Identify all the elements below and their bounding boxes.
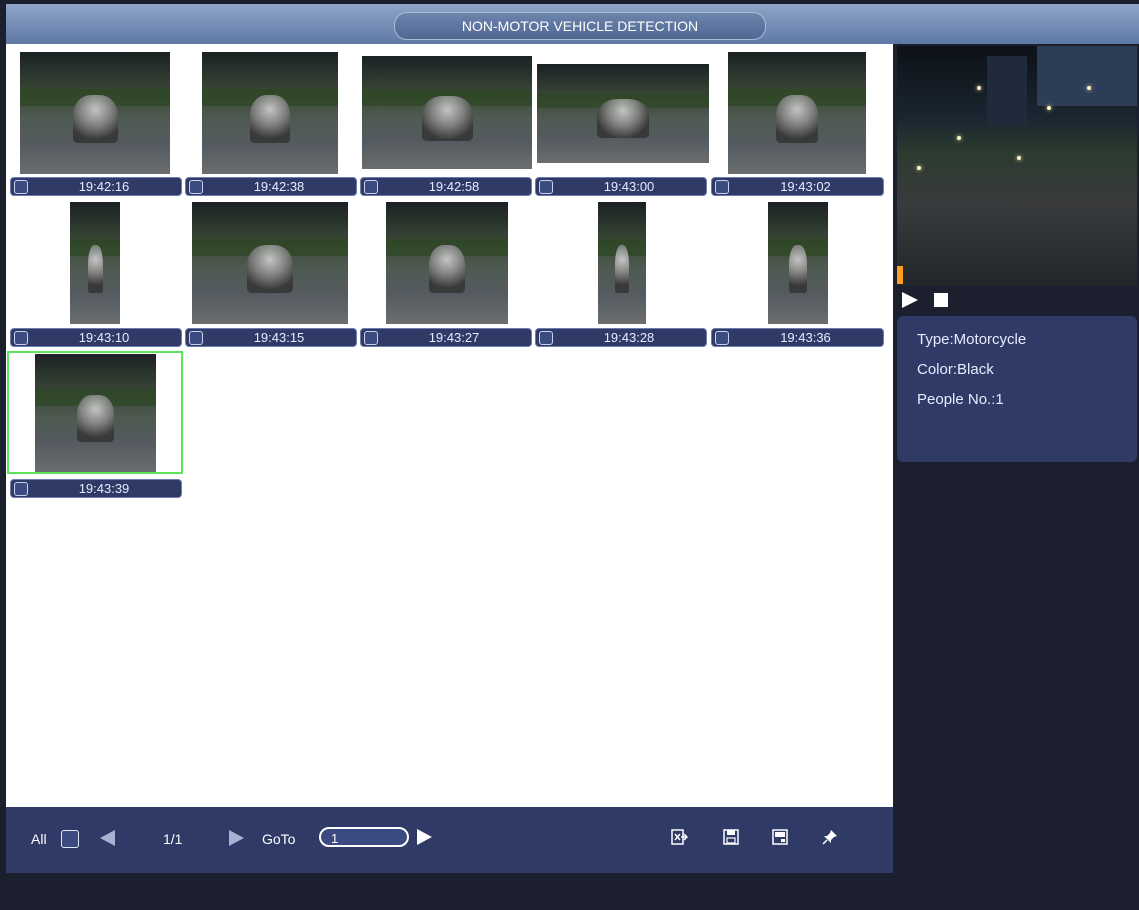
title-bar: NON-MOTOR VEHICLE DETECTION: [6, 4, 1139, 44]
result-thumbnail[interactable]: [362, 56, 532, 169]
result-thumbnail[interactable]: [192, 202, 348, 324]
result-checkbox[interactable]: [539, 180, 553, 194]
bottom-toolbar: All 1/1 GoTo 1: [6, 807, 893, 873]
result-checkbox[interactable]: [364, 180, 378, 194]
result-time: 19:42:58: [428, 179, 480, 194]
result-time: 19:43:36: [780, 330, 831, 345]
result-checkbox[interactable]: [14, 482, 28, 496]
prev-page-icon[interactable]: [100, 830, 115, 846]
result-caption[interactable]: 19:43:27: [360, 328, 532, 347]
next-page-icon[interactable]: [229, 830, 244, 846]
goto-page-input[interactable]: 1: [319, 827, 409, 847]
select-all-label: All: [31, 831, 47, 847]
result-caption[interactable]: 19:43:36: [711, 328, 884, 347]
result-thumbnail-selected[interactable]: [35, 354, 156, 472]
backup-icon[interactable]: [771, 828, 789, 846]
select-all-checkbox[interactable]: [61, 830, 79, 848]
goto-label: GoTo: [262, 831, 296, 847]
preview-video[interactable]: [897, 46, 1137, 286]
result-caption[interactable]: 19:43:28: [535, 328, 707, 347]
result-time: 19:43:28: [603, 330, 655, 345]
result-thumbnail[interactable]: [598, 202, 646, 324]
result-checkbox[interactable]: [364, 331, 378, 345]
result-checkbox[interactable]: [539, 331, 553, 345]
page-indicator: 1/1: [163, 831, 183, 847]
result-thumbnail[interactable]: [537, 64, 709, 163]
stop-icon[interactable]: [934, 293, 948, 307]
result-time: 19:43:00: [603, 179, 655, 194]
result-caption[interactable]: 19:43:10: [10, 328, 182, 347]
result-checkbox[interactable]: [14, 331, 28, 345]
pin-icon[interactable]: [821, 828, 839, 846]
result-caption[interactable]: 19:42:58: [360, 177, 532, 196]
result-time: 19:42:16: [78, 179, 130, 194]
window-title: NON-MOTOR VEHICLE DETECTION: [394, 12, 766, 40]
result-checkbox[interactable]: [189, 180, 203, 194]
playback-progress-marker[interactable]: [897, 266, 903, 284]
right-panel-background: [893, 462, 1139, 807]
result-thumbnail[interactable]: [70, 202, 120, 324]
detail-panel: Type:Motorcycle Color:Black People No.:1: [897, 316, 1137, 462]
result-time: 19:43:10: [78, 330, 130, 345]
result-time: 19:43:27: [428, 330, 480, 345]
result-time: 19:43:39: [78, 481, 130, 496]
result-checkbox[interactable]: [715, 331, 729, 345]
results-grid: 19:42:16 19:42:38 19:42:58 19:43:00 19:4…: [6, 44, 893, 807]
playback-controls: [897, 287, 1137, 313]
result-caption[interactable]: 19:42:16: [10, 177, 182, 196]
save-icon[interactable]: [722, 828, 740, 846]
result-caption[interactable]: 19:43:15: [185, 328, 357, 347]
detail-type: Type:Motorcycle: [917, 331, 1027, 348]
result-caption[interactable]: 19:43:00: [535, 177, 707, 196]
result-time: 19:43:15: [253, 330, 305, 345]
result-caption[interactable]: 19:43:02: [711, 177, 884, 196]
detail-people: People No.:1: [917, 391, 1004, 408]
result-checkbox[interactable]: [14, 180, 28, 194]
play-icon[interactable]: [902, 292, 918, 308]
result-time: 19:42:38: [253, 179, 305, 194]
result-thumbnail[interactable]: [386, 202, 508, 324]
result-caption[interactable]: 19:42:38: [185, 177, 357, 196]
result-time: 19:43:02: [780, 179, 831, 194]
result-thumbnail[interactable]: [728, 52, 866, 174]
result-checkbox[interactable]: [189, 331, 203, 345]
result-thumbnail[interactable]: [20, 52, 170, 174]
export-icon[interactable]: [670, 828, 688, 846]
result-caption[interactable]: 19:43:39: [10, 479, 182, 498]
result-thumbnail[interactable]: [768, 202, 828, 324]
result-thumbnail[interactable]: [202, 52, 338, 174]
goto-confirm-icon[interactable]: [417, 829, 432, 845]
result-checkbox[interactable]: [715, 180, 729, 194]
detail-color: Color:Black: [917, 361, 994, 378]
